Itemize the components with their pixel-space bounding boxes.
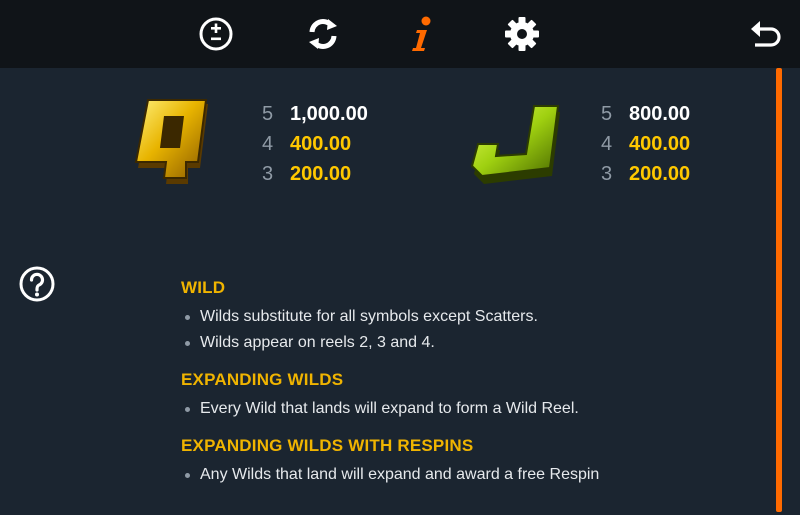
pay-row: 5 1,000.00 [262, 99, 368, 129]
q-paytable: 5 1,000.00 4 400.00 3 200.00 [262, 99, 368, 189]
section-title: WILD [181, 278, 226, 297]
payout-value: 1,000.00 [290, 103, 368, 125]
symbol-count: 4 [601, 133, 613, 155]
section-title: EXPANDING WILDS [181, 370, 344, 389]
payout-value: 200.00 [290, 163, 352, 185]
list-item-text: Wilds substitute for all symbols except … [200, 308, 538, 325]
autoplay-button[interactable] [303, 14, 343, 54]
rule-section: EXPANDING WILDS WITH RESPINS Any Wilds t… [181, 436, 741, 488]
payout-value: 400.00 [290, 133, 352, 155]
payout-value: 200.00 [629, 163, 691, 185]
payout-value: 800.00 [629, 103, 691, 125]
back-button[interactable] [745, 14, 785, 54]
q-symbol-image [130, 98, 220, 195]
pay-row: 4 400.00 [262, 129, 368, 159]
refresh-icon [309, 19, 337, 49]
list-item-text: Wilds appear on reels 2, 3 and 4. [200, 334, 435, 351]
list-item-text: Any Wilds that land will expand and awar… [200, 466, 600, 483]
symbol-count: 3 [262, 163, 274, 185]
gear-icon [505, 17, 539, 51]
bullet-icon [185, 340, 190, 346]
top-toolbar [0, 0, 800, 68]
info-icon [412, 16, 431, 51]
list-item: Wilds substitute for all symbols except … [181, 304, 741, 330]
bullet-icon [185, 406, 190, 412]
help-button[interactable] [18, 265, 56, 303]
j-symbol-image [470, 104, 566, 193]
rule-section: EXPANDING WILDS Every Wild that lands wi… [181, 370, 741, 422]
list-item: Any Wilds that land will expand and awar… [181, 462, 741, 488]
pay-row: 5 800.00 [601, 99, 690, 129]
pay-row: 4 400.00 [601, 129, 690, 159]
symbol-count: 5 [601, 103, 613, 125]
pay-row: 3 200.00 [262, 159, 368, 189]
section-title: EXPANDING WILDS WITH RESPINS [181, 436, 474, 455]
symbol-count: 3 [601, 163, 613, 185]
info-button[interactable] [402, 14, 442, 54]
j-paytable: 5 800.00 4 400.00 3 200.00 [601, 99, 690, 189]
plus-minus-icon [199, 17, 233, 51]
rules-list: WILD Wilds substitute for all symbols ex… [181, 278, 741, 502]
list-item: Every Wild that lands will expand to for… [181, 396, 741, 422]
pay-row: 3 200.00 [601, 159, 690, 189]
question-icon [19, 266, 55, 302]
symbol-count: 4 [262, 133, 274, 155]
bullet-icon [185, 314, 190, 320]
bullet-icon [185, 472, 190, 478]
settings-button[interactable] [502, 14, 542, 54]
rule-section: WILD Wilds substitute for all symbols ex… [181, 278, 741, 356]
list-item: Wilds appear on reels 2, 3 and 4. [181, 330, 741, 356]
back-icon [751, 21, 781, 47]
bet-adjust-button[interactable] [196, 14, 236, 54]
scrollbar[interactable] [776, 68, 782, 512]
payout-value: 400.00 [629, 133, 691, 155]
symbol-count: 5 [262, 103, 274, 125]
list-item-text: Every Wild that lands will expand to for… [200, 400, 579, 417]
